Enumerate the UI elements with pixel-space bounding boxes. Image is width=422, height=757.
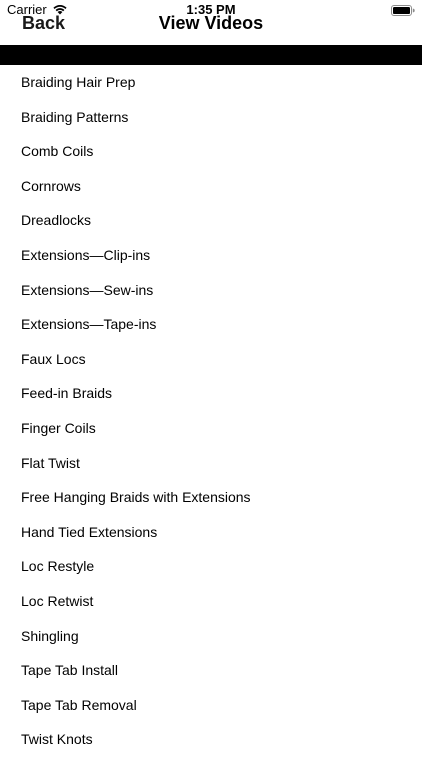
- video-list-item[interactable]: Dreadlocks: [0, 203, 422, 238]
- video-list-item[interactable]: Finger Coils: [0, 411, 422, 446]
- video-list: Braiding Hair Prep Braiding Patterns Com…: [0, 65, 422, 757]
- video-list-item[interactable]: Cornrows: [0, 169, 422, 204]
- video-list-item[interactable]: Extensions—Tape-ins: [0, 307, 422, 342]
- video-list-item[interactable]: Loc Retwist: [0, 584, 422, 619]
- video-list-item[interactable]: Braiding Patterns: [0, 100, 422, 135]
- video-list-item[interactable]: Twist Knots: [0, 722, 422, 757]
- video-list-item[interactable]: Tape Tab Install: [0, 653, 422, 688]
- page-title: View Videos: [158, 13, 264, 33]
- header-divider: [0, 45, 422, 65]
- video-list-item[interactable]: Feed-in Braids: [0, 376, 422, 411]
- video-list-item[interactable]: Faux Locs: [0, 342, 422, 377]
- video-list-item[interactable]: Shingling: [0, 619, 422, 654]
- navigation-bar: Back View Videos: [0, 12, 422, 36]
- video-list-item[interactable]: Loc Restyle: [0, 549, 422, 584]
- video-list-item[interactable]: Comb Coils: [0, 134, 422, 169]
- video-list-item[interactable]: Flat Twist: [0, 446, 422, 481]
- video-list-item[interactable]: Tape Tab Removal: [0, 688, 422, 723]
- video-list-item[interactable]: Braiding Hair Prep: [0, 65, 422, 100]
- video-list-item[interactable]: Extensions—Sew-ins: [0, 273, 422, 308]
- video-list-item[interactable]: Free Hanging Braids with Extensions: [0, 480, 422, 515]
- video-list-item[interactable]: Hand Tied Extensions: [0, 515, 422, 550]
- video-list-item[interactable]: Extensions—Clip-ins: [0, 238, 422, 273]
